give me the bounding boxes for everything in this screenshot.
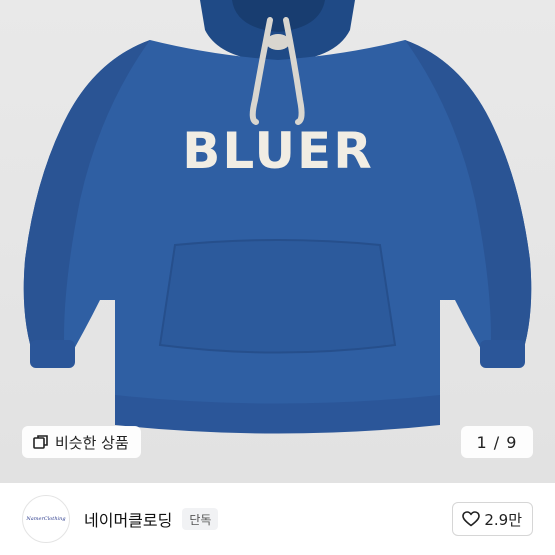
like-button[interactable]: 2.9만 [452,502,533,536]
product-image[interactable]: BLUER 비슷한 상품 1 / 9 [0,0,555,483]
shop-avatar-logo-text: NamerClothing [26,516,66,522]
hoodie-print-text: BLUER [182,122,373,180]
similar-products-label: 비슷한 상품 [55,433,129,452]
hoodie-photo: BLUER [23,0,532,434]
shop-name[interactable]: 네이머클로딩 [84,507,172,531]
similar-products-button[interactable]: 비슷한 상품 [22,426,141,458]
image-page-counter: 1 / 9 [461,426,533,458]
shop-bar: NamerClothing 네이머클로딩 단독 2.9만 [0,483,555,555]
heart-outline-icon [462,511,481,527]
exclusive-badge: 단독 [182,508,219,530]
stacked-squares-icon [33,434,49,450]
shop-avatar[interactable]: NamerClothing [22,495,70,543]
like-count: 2.9만 [484,510,522,529]
